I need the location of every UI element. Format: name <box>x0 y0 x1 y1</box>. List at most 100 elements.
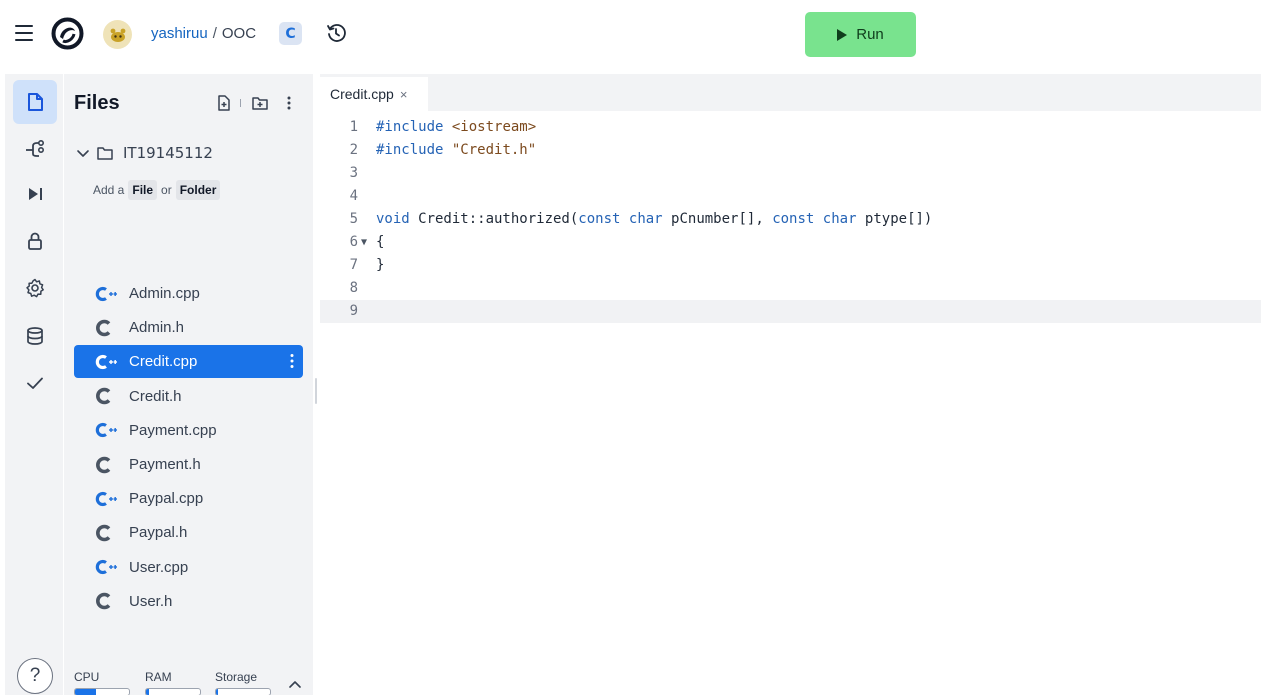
line-number: 5 <box>349 211 358 227</box>
line-number: 1 <box>349 119 358 135</box>
language-badge[interactable]: C <box>279 22 302 45</box>
repl-name[interactable]: OOC <box>222 25 256 42</box>
c-header-file-icon <box>95 523 117 543</box>
editor-tab-bar: Credit.cpp × <box>320 74 1261 111</box>
file-name: Admin.h <box>129 319 185 337</box>
code-line[interactable]: 1 #include <iostream> <box>320 116 1261 139</box>
new-file-icon[interactable] <box>215 94 233 112</box>
c-header-file-icon <box>95 591 117 611</box>
line-number: 4 <box>349 188 358 204</box>
cpu-usage-fill <box>75 689 96 695</box>
gear-icon <box>26 278 44 298</box>
file-name: User.h <box>129 592 173 610</box>
tab-label: Credit.cpp <box>330 86 394 102</box>
folder-row[interactable]: IT19145112 <box>76 144 213 162</box>
code-line[interactable]: 4 <box>320 185 1261 208</box>
file-more-options-icon[interactable] <box>289 352 295 370</box>
code-text: #include <iostream> <box>376 119 537 135</box>
code-text: void Credit::authorized(const char pCnum… <box>376 211 933 227</box>
new-folder-icon[interactable] <box>251 94 269 112</box>
file-name: Payment.cpp <box>129 421 217 439</box>
lock-icon <box>28 232 42 250</box>
code-line[interactable]: 7} <box>320 254 1261 277</box>
code-line[interactable]: 6 ▼ { <box>320 231 1261 254</box>
code-line[interactable]: 9 <box>320 300 1261 323</box>
file-name: Credit.h <box>129 387 182 405</box>
add-hint-or: or <box>161 183 172 197</box>
rail-settings-button[interactable] <box>13 266 57 310</box>
rail-unit-tests-button[interactable] <box>13 361 57 405</box>
c-header-file-icon <box>95 386 117 406</box>
database-icon <box>27 327 43 345</box>
cpp-file-icon <box>95 489 117 509</box>
close-icon[interactable]: × <box>400 87 408 102</box>
user-avatar[interactable] <box>103 20 132 49</box>
tab-credit-cpp[interactable]: Credit.cpp × <box>320 77 428 111</box>
code-line[interactable]: 8 <box>320 277 1261 300</box>
rail-database-button[interactable] <box>13 314 57 358</box>
help-button[interactable]: ? <box>17 658 53 694</box>
resource-usage[interactable]: CPU RAM Storage <box>74 668 309 695</box>
history-icon[interactable] <box>326 23 346 43</box>
c-header-file-icon <box>95 455 117 475</box>
ram-usage-bar <box>145 688 201 695</box>
more-options-icon[interactable] <box>285 94 293 112</box>
file-name: User.cpp <box>129 558 189 576</box>
code-text: { <box>376 234 385 250</box>
replit-logo-icon[interactable] <box>51 17 84 50</box>
code-line[interactable]: 5 void Credit::authorized(const char pCnu… <box>320 208 1261 231</box>
files-panel: Files IT19145112 Add a File or Folder Ad… <box>64 74 313 695</box>
file-name: Payment.h <box>129 456 201 473</box>
add-hint-prefix: Add a <box>93 183 125 197</box>
cpp-file-icon <box>95 557 117 577</box>
file-item[interactable]: Paypal.cpp <box>74 482 303 515</box>
file-icon <box>28 93 43 111</box>
top-bar: yashiruu / OOC C Run <box>0 0 1261 68</box>
hamburger-menu-icon[interactable] <box>14 25 36 42</box>
add-file-hint: Add a File or Folder <box>92 180 223 200</box>
rail-secrets-button[interactable] <box>13 219 57 263</box>
storage-usage-fill <box>216 689 218 695</box>
file-item[interactable]: Admin.cpp <box>74 277 303 310</box>
code-line[interactable]: 2 #include "Credit.h" <box>320 139 1261 162</box>
line-number: 2 <box>349 142 358 158</box>
chevron-up-icon[interactable] <box>289 679 301 689</box>
line-number: 3 <box>349 165 358 181</box>
breadcrumb-user-link[interactable]: yashiruu <box>151 25 208 42</box>
file-item[interactable]: Admin.h <box>74 311 303 344</box>
code-editor[interactable]: 1 #include <iostream> 2 #include "Credit.h"… <box>320 111 1261 695</box>
cpu-label: CPU <box>74 670 100 684</box>
line-number: 9 <box>349 303 358 319</box>
file-item[interactable]: Payment.h <box>74 448 303 481</box>
file-item[interactable]: User.h <box>74 585 303 618</box>
add-folder-link[interactable]: Folder <box>175 180 221 200</box>
file-name: Admin.cpp <box>129 285 200 302</box>
folder-name: IT19145112 <box>123 144 213 162</box>
add-file-link[interactable]: File <box>128 180 158 200</box>
files-panel-title: Files <box>74 92 120 114</box>
panel-resize-handle[interactable] <box>315 378 317 404</box>
code-line[interactable]: 3 <box>320 162 1261 185</box>
cpp-file-icon <box>95 420 117 440</box>
chevron-down-icon <box>77 150 89 157</box>
file-item[interactable]: Paypal.h <box>74 516 303 549</box>
file-item[interactable]: Payment.cpp <box>74 414 303 447</box>
file-item[interactable]: Credit.h <box>74 380 303 413</box>
rail-run-debug-button[interactable] <box>13 172 57 216</box>
fold-toggle-icon[interactable]: ▼ <box>361 231 367 254</box>
run-button[interactable]: Run <box>805 12 916 57</box>
cpp-file-icon <box>95 284 117 304</box>
ram-label: RAM <box>145 670 172 684</box>
rail-version-control-button[interactable] <box>13 127 57 171</box>
rail-files-button[interactable] <box>13 80 57 124</box>
cpp-file-icon <box>95 352 117 372</box>
c-header-file-icon <box>95 318 117 338</box>
file-item[interactable]: User.cpp <box>74 551 303 584</box>
breadcrumb-separator: / <box>212 25 217 42</box>
cpu-usage-bar <box>74 688 130 695</box>
sidebar-rail: ? <box>5 74 63 695</box>
file-item[interactable]: Credit.cpp <box>74 345 303 379</box>
avatar-critter-icon <box>110 28 125 42</box>
storage-usage-bar <box>215 688 271 695</box>
code-text: } <box>376 257 385 273</box>
